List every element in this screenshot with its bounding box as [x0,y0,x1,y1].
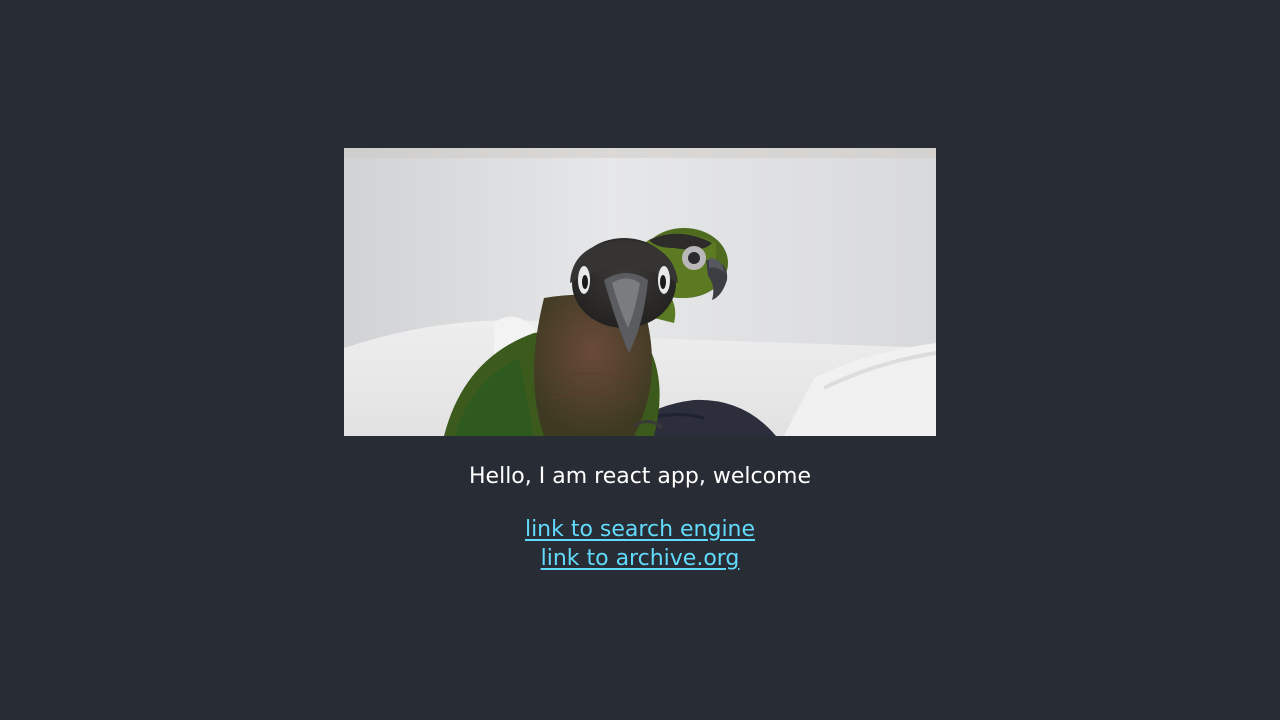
welcome-message: Hello, I am react app, welcome [469,464,811,489]
app-root: Hello, I am react app, welcome link to s… [0,0,1280,720]
parrot-photo [344,148,936,436]
links-list: link to search engine link to archive.or… [0,515,1280,573]
search-engine-link[interactable]: link to search engine [0,515,1280,544]
archive-org-link[interactable]: link to archive.org [0,544,1280,573]
